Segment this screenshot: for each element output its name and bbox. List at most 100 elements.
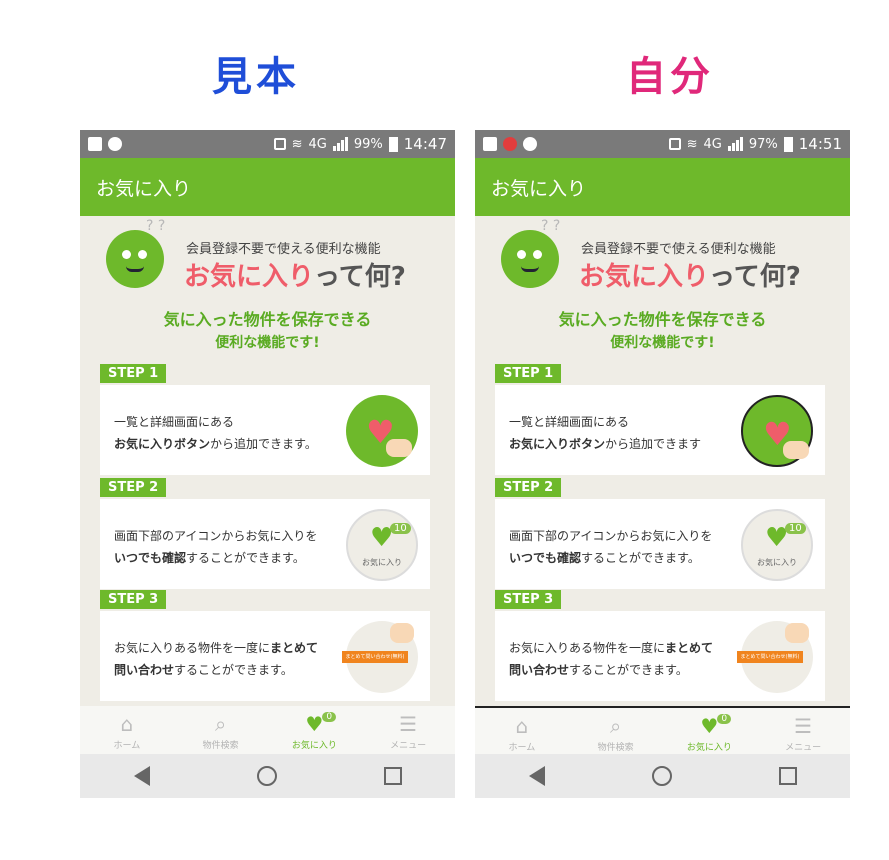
step-text: 画面下部のアイコンからお気に入りを いつでも確認することができます。 bbox=[114, 529, 318, 565]
status-bar: ≋ 4G 99% 14:47 bbox=[80, 130, 455, 158]
app-notification-icon bbox=[108, 137, 122, 151]
step-card: 画面下部のアイコンからお気に入りを いつでも確認することができます。 ♥ 10 お気… bbox=[495, 499, 825, 589]
step-card: 一覧と詳細画面にある お気に入りボタンから追加できます ♥ bbox=[495, 385, 825, 475]
step-badge: STEP 2 bbox=[495, 478, 562, 497]
tab-favorites[interactable]: ♥ 0 お気に入り bbox=[268, 706, 362, 754]
step-badge: STEP 2 bbox=[100, 478, 167, 497]
favorites-count: 0 bbox=[322, 712, 337, 722]
intro-subtitle: 会員登録不要で使える便利な機能 bbox=[581, 242, 776, 257]
step-card: 画面下部のアイコンからお気に入りを いつでも確認することができます。 ♥ 10 お気… bbox=[100, 499, 430, 589]
battery-percent: 97% bbox=[748, 136, 778, 152]
favorite-button-illustration: ♥ bbox=[346, 395, 418, 467]
wifi-icon: ≋ bbox=[686, 136, 698, 152]
menu-icon: ☰ bbox=[794, 714, 813, 738]
home-button-icon[interactable] bbox=[651, 766, 672, 786]
tab-search[interactable]: ⌕ 物件検索 bbox=[174, 706, 268, 754]
mine-label: 自分 bbox=[626, 54, 714, 100]
back-icon[interactable] bbox=[133, 766, 150, 786]
gallery-icon bbox=[483, 137, 497, 151]
step-badge: STEP 3 bbox=[100, 590, 167, 609]
heart-icon: ♥ bbox=[305, 712, 324, 736]
vibrate-icon bbox=[273, 138, 286, 150]
tab-search[interactable]: ⌕ 物件検索 bbox=[569, 708, 663, 754]
app-header: お気に入り bbox=[80, 158, 455, 216]
clock: 14:51 bbox=[798, 135, 842, 153]
system-nav-bar bbox=[475, 754, 850, 798]
mascot-icon bbox=[106, 230, 164, 288]
hand-icon bbox=[785, 623, 809, 643]
hand-icon bbox=[783, 441, 809, 459]
bottom-tab-bar: ⌂ ホーム ⌕ 物件検索 ♥ 0 お気に入り ☰ メニュー bbox=[80, 706, 455, 754]
intro-section: ? ? 会員登録不要で使える便利な機能 お気に入りって何? 気に入った物件を保存… bbox=[475, 216, 850, 356]
page-title: お気に入り bbox=[491, 177, 587, 200]
step-card: 一覧と詳細画面にある お気に入りボタンから追加できます。 ♥ bbox=[100, 385, 430, 475]
step-badge: STEP 3 bbox=[495, 590, 562, 609]
tab-home[interactable]: ⌂ ホーム bbox=[475, 708, 569, 754]
step-1: STEP 1 一覧と詳細画面にある お気に入りボタンから追加できます。 ♥ bbox=[100, 362, 430, 475]
phone-screen-sample: ≋ 4G 99% 14:47 お気に入り ? ? 会員登録不要で使える便利な機能… bbox=[80, 130, 455, 798]
step-card: お気に入りある物件を一度にまとめて 問い合わせすることができます。 まとめて問い… bbox=[495, 611, 825, 701]
hand-icon bbox=[386, 439, 412, 457]
question-marks-icon: ? ? bbox=[146, 218, 166, 234]
intro-line-2: 便利な機能です! bbox=[215, 335, 320, 351]
intro-line-1: 気に入った物件を保存できる bbox=[163, 310, 372, 329]
network-type: 4G bbox=[703, 136, 722, 152]
step-badge: STEP 1 bbox=[100, 364, 167, 383]
step-text: お気に入りある物件を一度にまとめて 問い合わせすることができます。 bbox=[114, 641, 319, 677]
mascot-icon bbox=[501, 230, 559, 288]
signal-icon bbox=[332, 137, 348, 151]
gallery-icon bbox=[88, 137, 102, 151]
favorites-count: 0 bbox=[717, 714, 732, 724]
step-card: お気に入りある物件を一度にまとめて 問い合わせすることができます。 まとめて問い… bbox=[100, 611, 430, 701]
tab-menu[interactable]: ☰ メニュー bbox=[756, 708, 850, 754]
app-header: お気に入り bbox=[475, 158, 850, 216]
status-bar: ≋ 4G 97% 14:51 bbox=[475, 130, 850, 158]
step-2: STEP 2 画面下部のアイコンからお気に入りを いつでも確認することができます… bbox=[100, 476, 430, 589]
network-type: 4G bbox=[308, 136, 327, 152]
step-1: STEP 1 一覧と詳細画面にある お気に入りボタンから追加できます ♥ bbox=[495, 362, 825, 475]
bulk-inquiry-illustration: まとめて問い合わせ(無料) bbox=[342, 621, 418, 693]
comparison-page: 見本 自分 ≋ 4G 99% 14:47 お気に入り ? ? 会員登録不要で使え… bbox=[0, 0, 889, 860]
step-text: お気に入りある物件を一度にまとめて 問い合わせすることができます。 bbox=[509, 641, 714, 677]
intro-line-2: 便利な機能です! bbox=[610, 335, 715, 351]
app-notification-icon bbox=[503, 137, 517, 151]
phone-screen-mine: ≋ 4G 97% 14:51 お気に入り ? ? 会員登録不要で使える便利な機能… bbox=[475, 130, 850, 798]
favorite-button-illustration: ♥ bbox=[741, 395, 813, 467]
tab-favorites[interactable]: ♥ 0 お気に入り bbox=[663, 708, 757, 754]
menu-icon: ☰ bbox=[399, 712, 418, 736]
favorites-tab-illustration: ♥ 10 お気に入り bbox=[741, 509, 813, 581]
system-nav-bar bbox=[80, 754, 455, 798]
step-text: 一覧と詳細画面にある お気に入りボタンから追加できます。 bbox=[114, 415, 317, 451]
page-title: お気に入り bbox=[96, 177, 192, 200]
battery-icon bbox=[783, 136, 793, 152]
home-icon: ⌂ bbox=[515, 714, 529, 738]
battery-percent: 99% bbox=[353, 136, 383, 152]
back-icon[interactable] bbox=[528, 766, 545, 786]
app-notification-icon bbox=[523, 137, 537, 151]
step-3: STEP 3 お気に入りある物件を一度にまとめて 問い合わせすることができます。… bbox=[100, 588, 430, 701]
tab-menu[interactable]: ☰ メニュー bbox=[361, 706, 455, 754]
signal-icon bbox=[727, 137, 743, 151]
favorites-tab-illustration: ♥ 10 お気に入り bbox=[346, 509, 418, 581]
clock: 14:47 bbox=[403, 135, 447, 153]
hand-icon bbox=[390, 623, 414, 643]
home-button-icon[interactable] bbox=[256, 766, 277, 786]
vibrate-icon bbox=[668, 138, 681, 150]
home-icon: ⌂ bbox=[120, 712, 134, 736]
intro-subtitle: 会員登録不要で使える便利な機能 bbox=[186, 242, 381, 257]
search-icon: ⌕ bbox=[610, 714, 622, 738]
heart-icon: ♥ bbox=[700, 714, 719, 738]
intro-title: お気に入りって何? bbox=[579, 262, 801, 292]
recent-apps-icon[interactable] bbox=[778, 767, 797, 785]
favorites-guide: ? ? 会員登録不要で使える便利な機能 お気に入りって何? 気に入った物件を保存… bbox=[475, 216, 850, 706]
question-marks-icon: ? ? bbox=[541, 218, 561, 234]
step-text: 画面下部のアイコンからお気に入りを いつでも確認することができます。 bbox=[509, 529, 713, 565]
recent-apps-icon[interactable] bbox=[383, 767, 402, 785]
tab-home[interactable]: ⌂ ホーム bbox=[80, 706, 174, 754]
step-text: 一覧と詳細画面にある お気に入りボタンから追加できます bbox=[509, 415, 702, 451]
search-icon: ⌕ bbox=[215, 712, 227, 736]
intro-line-1: 気に入った物件を保存できる bbox=[558, 310, 767, 329]
step-badge: STEP 1 bbox=[495, 364, 562, 383]
battery-icon bbox=[388, 136, 398, 152]
wifi-icon: ≋ bbox=[291, 136, 303, 152]
